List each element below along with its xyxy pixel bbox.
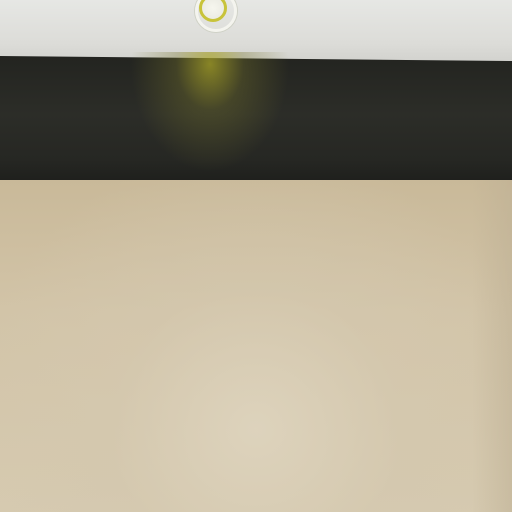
back-wall	[0, 180, 512, 512]
wall-right-shading	[472, 180, 512, 512]
ceiling-surface	[0, 0, 512, 62]
room-viewport[interactable]	[0, 0, 512, 512]
dark-soffit-band	[0, 56, 512, 186]
